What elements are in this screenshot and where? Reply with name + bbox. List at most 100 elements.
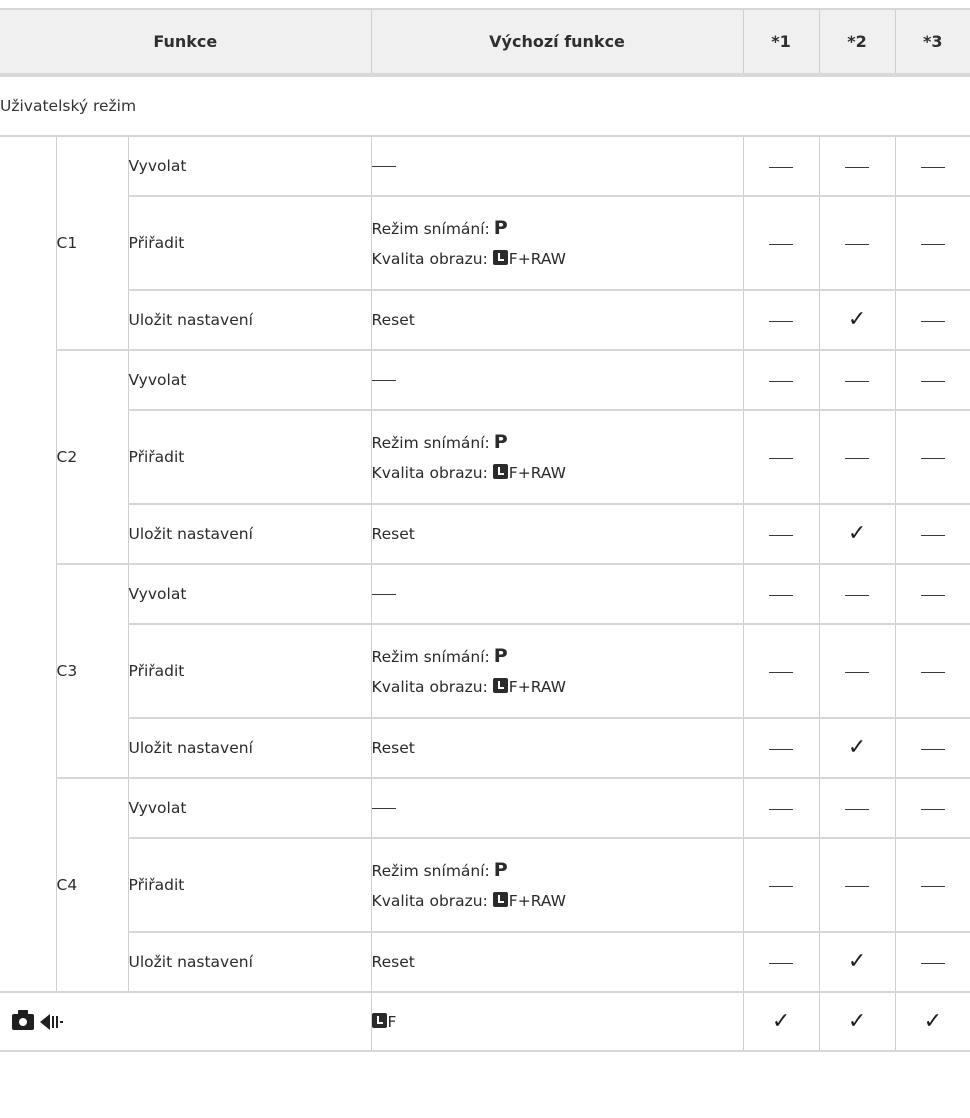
program-mode-icon: P [493, 858, 508, 881]
dash-mark [769, 534, 794, 536]
mark-col-2 [819, 624, 896, 719]
dash-mark [845, 166, 870, 168]
table-row: C2 Vyvolat [0, 350, 970, 565]
mark-col-3 [895, 564, 970, 625]
dash-mark [371, 808, 396, 809]
dash-mark [769, 885, 794, 887]
dash-mark [769, 808, 794, 810]
header-function: Funkce [0, 8, 372, 77]
dash-mark [920, 534, 945, 536]
dash-mark [845, 457, 870, 459]
mark-col-1 [743, 410, 820, 505]
mark-col-2 [819, 410, 896, 505]
section-row: Uživatelský režim [0, 75, 970, 137]
mark-col-2 [819, 196, 896, 291]
default-value: Reset [371, 290, 744, 351]
function-name: Vyvolat [128, 564, 372, 625]
group-label: C4 [56, 778, 129, 993]
default-value [371, 350, 744, 411]
table-row: Přiřadit Režim snímání: P Kvalita obrazu: F… [0, 410, 970, 505]
dash-mark [920, 962, 945, 964]
dash-mark [769, 748, 794, 750]
indent-cell [0, 350, 57, 564]
dash-mark [845, 594, 870, 596]
dash-mark [920, 885, 945, 887]
dash-mark [371, 380, 396, 381]
table-row: Přiřadit Režim snímání: P Kvalita obrazu: F… [0, 624, 970, 719]
dash-mark [845, 243, 870, 245]
mark-col-3 [895, 410, 970, 505]
mark-col-3 [895, 350, 970, 411]
mark-col-1 [743, 136, 820, 197]
group-label: C2 [56, 350, 129, 565]
large-size-icon [492, 891, 508, 907]
check-icon: ✓ [771, 1008, 791, 1034]
dash-mark [920, 808, 945, 810]
dash-mark [920, 166, 945, 168]
mark-col-2 [819, 350, 896, 411]
dash-mark [769, 457, 794, 459]
program-mode-icon: P [493, 216, 508, 239]
check-icon: ✓ [847, 735, 867, 760]
large-size-icon [492, 463, 508, 479]
mark-col-3 [895, 136, 970, 197]
image-quality-line: Kvalita obrazu: F+RAW [371, 891, 566, 910]
dash-mark [920, 243, 945, 245]
mark-col-2: ✓ [819, 290, 896, 351]
dash-mark [845, 808, 870, 810]
indent-cell [0, 564, 57, 778]
dash-mark [920, 320, 945, 322]
mark-col-1 [743, 564, 820, 625]
drive-mode-icon [40, 1013, 66, 1031]
shooting-mode-line: Režim snímání: P [371, 858, 508, 881]
mark-col-3 [895, 196, 970, 291]
camera-icon [12, 1009, 34, 1030]
function-name: Přiřadit [128, 838, 372, 933]
table-row: Uložit nastavení Reset ✓ [0, 290, 970, 351]
mark-col-1 [743, 778, 820, 839]
function-name: Uložit nastavení [128, 932, 372, 993]
table-row: C4 Vyvolat [0, 778, 970, 993]
image-quality-line: Kvalita obrazu: F+RAW [371, 463, 566, 482]
default-value [371, 136, 744, 197]
function-name: Uložit nastavení [128, 290, 372, 351]
indent-cell [0, 136, 57, 350]
check-icon: ✓ [847, 1008, 867, 1034]
header-col-3: *3 [895, 8, 970, 77]
image-quality-line: Kvalita obrazu: F+RAW [371, 249, 566, 268]
dash-mark [769, 671, 794, 673]
table-header: Funkce Výchozí funkce *1 *2 *3 [0, 8, 970, 77]
mark-col-2: ✓ [819, 932, 896, 993]
mark-col-2 [819, 838, 896, 933]
table-row: Uložit nastavení Reset ✓ [0, 932, 970, 993]
mark-col-2 [819, 778, 896, 839]
program-mode-icon: P [493, 644, 508, 667]
dash-mark [769, 594, 794, 596]
default-value: Režim snímání: P Kvalita obrazu: F+RAW [371, 838, 744, 933]
function-name: Přiřadit [128, 410, 372, 505]
check-icon: ✓ [847, 949, 867, 974]
mark-col-1 [743, 196, 820, 291]
mark-col-1 [743, 932, 820, 993]
default-value: Režim snímání: P Kvalita obrazu: F+RAW [371, 196, 744, 291]
default-value [371, 778, 744, 839]
default-value: Reset [371, 504, 744, 565]
header-col-2: *2 [819, 8, 896, 77]
function-name: Uložit nastavení [128, 504, 372, 565]
shooting-mode-line: Režim snímání: P [371, 430, 508, 453]
mark-col-1 [743, 718, 820, 779]
mark-col-3 [895, 932, 970, 993]
mark-col-2: ✓ [819, 718, 896, 779]
group-label: C1 [56, 136, 129, 351]
mark-col-2: ✓ [819, 992, 896, 1052]
shooting-mode-line: Režim snímání: P [371, 644, 508, 667]
mark-col-3 [895, 504, 970, 565]
default-value: Reset [371, 718, 744, 779]
table-row: Přiřadit Režim snímání: P Kvalita obrazu: F… [0, 838, 970, 933]
check-icon: ✓ [847, 521, 867, 546]
default-value: Režim snímání: P Kvalita obrazu: F+RAW [371, 624, 744, 719]
dash-mark [845, 885, 870, 887]
dash-mark [920, 594, 945, 596]
shooting-mode-line: Režim snímání: P [371, 216, 508, 239]
mark-col-1 [743, 350, 820, 411]
